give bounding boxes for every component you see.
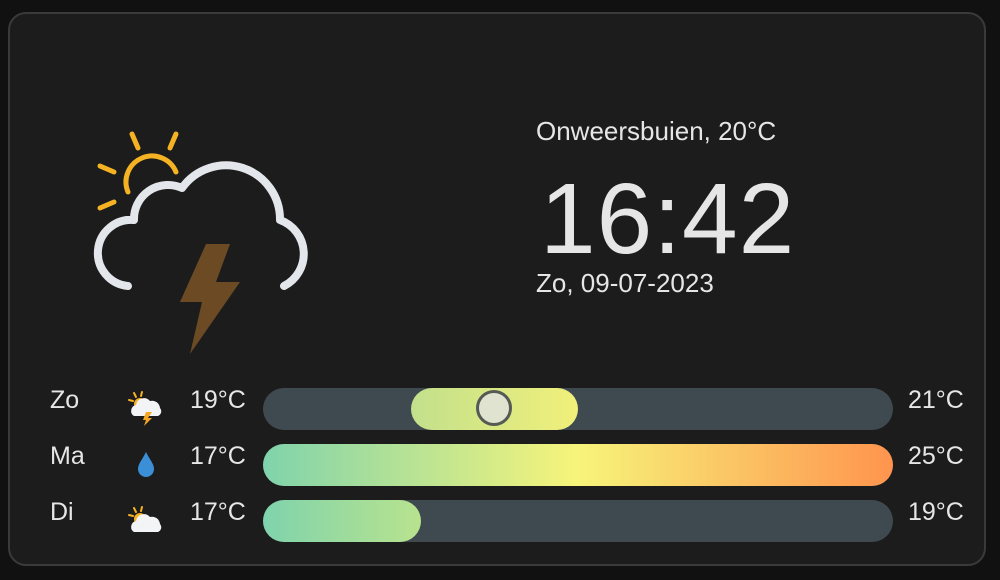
partly-sunny-thunder-icon (128, 391, 162, 426)
forecast-high: 19°C (908, 498, 964, 526)
forecast-day: Di (50, 498, 74, 526)
forecast-day: Ma (50, 442, 85, 470)
forecast-high: 25°C (908, 442, 964, 470)
current-date: Zo, 09-07-2023 (536, 268, 714, 298)
current-temperature-marker (475, 390, 512, 426)
temperature-range-bar (263, 388, 893, 430)
forecast-row: Zo 19°C 21°C (40, 376, 980, 432)
raindrop-icon (138, 452, 154, 477)
forecast-high: 21°C (908, 386, 964, 414)
thunderstorm-partly-sunny-icon (93, 131, 308, 354)
weather-card: Onweersbuien, 20°C 16:42 Zo, 09-07-2023 … (8, 12, 986, 566)
forecast-low: 19°C (190, 386, 246, 414)
forecast-low: 17°C (190, 442, 246, 470)
forecast-row: Di 17°C 19°C (40, 488, 980, 544)
forecast-low: 17°C (190, 498, 246, 526)
current-time: 16:42 (540, 163, 796, 275)
forecast-row: Ma 17°C 25°C (40, 432, 980, 488)
temperature-range-fill (263, 500, 421, 542)
current-condition: Onweersbuien, 20°C (536, 116, 777, 146)
forecast-list: Zo 19°C 21°C Ma 17°C 25°C Di 17°C 19°C (40, 376, 980, 544)
partly-cloudy-icon (128, 506, 162, 532)
forecast-day: Zo (50, 386, 80, 414)
temperature-range-bar (263, 500, 893, 542)
temperature-range-bar (263, 444, 893, 486)
temperature-range-fill (263, 444, 893, 486)
